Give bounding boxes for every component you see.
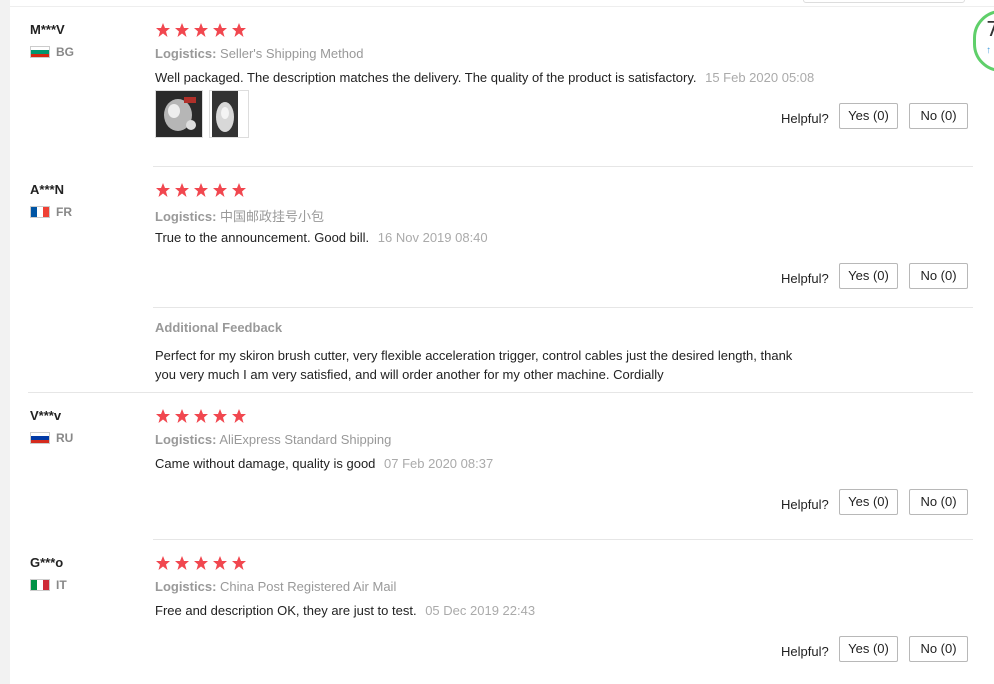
- review-divider: [153, 166, 973, 167]
- score-badge-value: 7: [986, 17, 994, 41]
- logistics-method: AliExpress Standard Shipping: [219, 432, 392, 447]
- star-icon: [213, 23, 227, 37]
- star-icon: [232, 556, 246, 570]
- review-photo-thumbnail[interactable]: [155, 90, 203, 138]
- helpful-yes-button[interactable]: Yes (0): [839, 103, 898, 129]
- additional-feedback-line: Perfect for my skiron brush cutter, very…: [155, 348, 793, 363]
- additional-feedback-divider: [153, 307, 973, 308]
- review-comment: Came without damage, quality is good 07 …: [155, 456, 493, 471]
- review-divider: [153, 539, 973, 540]
- star-icon: [232, 409, 246, 423]
- star-icon: [213, 409, 227, 423]
- review-photo-thumbnail[interactable]: [209, 90, 249, 138]
- review-text: Came without damage, quality is good: [155, 456, 376, 471]
- review-item: G***o IT Logistics: China Post Registere…: [28, 555, 974, 684]
- logistics-label: Logistics:: [155, 579, 217, 594]
- helpful-no-button[interactable]: No (0): [909, 489, 968, 515]
- logistics-method: Seller's Shipping Method: [220, 46, 364, 61]
- reviewer-name: G***o: [30, 555, 64, 570]
- review-date: 15 Feb 2020 05:08: [705, 70, 815, 85]
- page-left-gutter: [0, 0, 10, 684]
- helpful-label: Helpful?: [781, 111, 829, 126]
- additional-feedback-text: Perfect for my skiron brush cutter, very…: [155, 346, 835, 384]
- review-divider: [28, 392, 973, 393]
- reviewer-name: V***v: [30, 408, 62, 423]
- review-text: True to the announcement. Good bill.: [155, 230, 370, 245]
- country-code: BG: [56, 45, 74, 59]
- review-date: 05 Dec 2019 22:43: [425, 603, 536, 618]
- additional-feedback-line: you very much I am very satisfied, and w…: [155, 367, 664, 382]
- helpful-label: Helpful?: [781, 271, 829, 286]
- star-icon: [175, 183, 189, 197]
- review-item: V***v RU Logistics: AliExpress Standard …: [28, 408, 974, 538]
- star-icon: [194, 556, 208, 570]
- reviewer-name: M***V: [30, 22, 65, 37]
- additional-feedback-title: Additional Feedback: [155, 320, 283, 335]
- review-comment: Well packaged. The description matches t…: [155, 70, 814, 85]
- star-icon: [175, 409, 189, 423]
- star-icon: [156, 23, 170, 37]
- reviewer-country: RU: [30, 431, 73, 445]
- logistics-line: Logistics: AliExpress Standard Shipping: [155, 432, 391, 447]
- logistics-method: 中国邮政挂号小包: [220, 209, 325, 224]
- review-comment: True to the announcement. Good bill. 16 …: [155, 230, 488, 245]
- logistics-line: Logistics: Seller's Shipping Method: [155, 46, 363, 61]
- star-rating: [155, 22, 250, 38]
- logistics-label: Logistics:: [155, 46, 217, 61]
- star-icon: [213, 556, 227, 570]
- star-icon: [175, 23, 189, 37]
- review-item: M***V BG Logistics: Seller's Shipping Me…: [28, 22, 974, 162]
- review-date: 07 Feb 2020 08:37: [384, 456, 494, 471]
- reviewer-country: FR: [30, 205, 72, 219]
- flag-bg-icon: [30, 46, 50, 58]
- top-search-field-edge[interactable]: [803, 0, 965, 3]
- country-code: FR: [56, 205, 72, 219]
- arrow-up-icon: ↑: [986, 45, 991, 56]
- flag-ru-icon: [30, 432, 50, 444]
- star-rating: [155, 182, 250, 198]
- reviewer-country: IT: [30, 578, 67, 592]
- helpful-yes-button[interactable]: Yes (0): [839, 263, 898, 289]
- star-icon: [194, 183, 208, 197]
- reviewer-country: BG: [30, 45, 74, 59]
- star-icon: [213, 183, 227, 197]
- review-comment: Free and description OK, they are just t…: [155, 603, 535, 618]
- star-icon: [232, 183, 246, 197]
- helpful-yes-button[interactable]: Yes (0): [839, 489, 898, 515]
- review-date: 16 Nov 2019 08:40: [377, 230, 488, 245]
- star-icon: [175, 556, 189, 570]
- review-text: Free and description OK, they are just t…: [155, 603, 417, 618]
- star-icon: [156, 409, 170, 423]
- logistics-label: Logistics:: [155, 432, 217, 447]
- review-item: A***N FR Logistics: 中国邮政挂号小包 True to the…: [28, 182, 974, 392]
- reviewer-name: A***N: [30, 182, 64, 197]
- review-photos: [155, 90, 255, 138]
- star-icon: [194, 23, 208, 37]
- logistics-label: Logistics:: [155, 209, 217, 224]
- star-icon: [156, 556, 170, 570]
- helpful-label: Helpful?: [781, 497, 829, 512]
- score-badge[interactable]: 7 ↑: [973, 10, 994, 72]
- helpful-yes-button[interactable]: Yes (0): [839, 636, 898, 662]
- review-text: Well packaged. The description matches t…: [155, 70, 697, 85]
- helpful-label: Helpful?: [781, 644, 829, 659]
- star-rating: [155, 408, 250, 424]
- flag-fr-icon: [30, 206, 50, 218]
- country-code: IT: [56, 578, 67, 592]
- country-code: RU: [56, 431, 74, 445]
- helpful-no-button[interactable]: No (0): [909, 263, 968, 289]
- logistics-line: Logistics: China Post Registered Air Mai…: [155, 579, 396, 594]
- star-rating: [155, 555, 250, 571]
- helpful-no-button[interactable]: No (0): [909, 636, 968, 662]
- star-icon: [194, 409, 208, 423]
- logistics-line: Logistics: 中国邮政挂号小包: [155, 206, 324, 225]
- flag-it-icon: [30, 579, 50, 591]
- logistics-method: China Post Registered Air Mail: [220, 579, 397, 594]
- helpful-no-button[interactable]: No (0): [909, 103, 968, 129]
- star-icon: [156, 183, 170, 197]
- star-icon: [232, 23, 246, 37]
